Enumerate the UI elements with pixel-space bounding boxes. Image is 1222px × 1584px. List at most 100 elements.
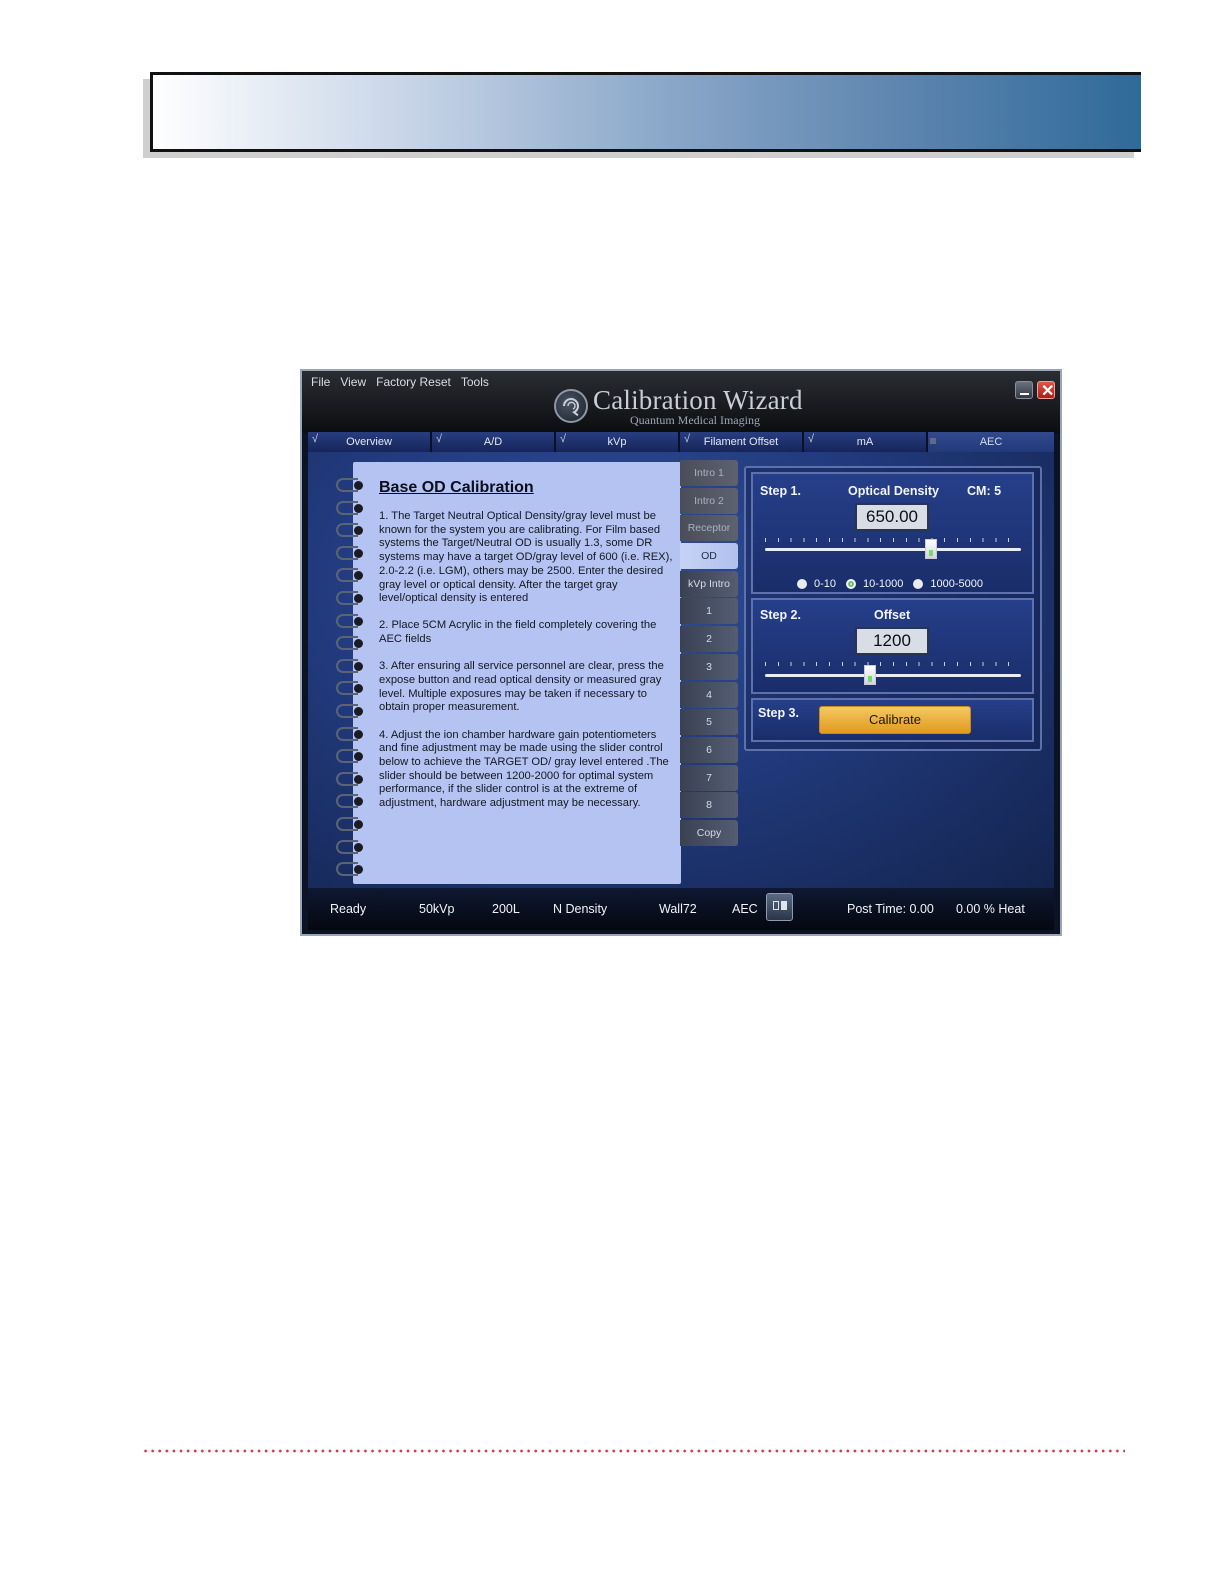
status-bar: Ready 50kVp 200L N Density Wall72 AEC Po… (308, 888, 1054, 930)
app-subtitle: Quantum Medical Imaging (630, 413, 760, 427)
check-icon: √ (808, 433, 815, 445)
subtab-copy[interactable]: Copy (680, 819, 738, 846)
spiral-ring (336, 726, 364, 741)
spiral-ring (336, 862, 364, 877)
status-density: N Density (553, 902, 608, 916)
subtab-7[interactable]: 7 (680, 764, 738, 791)
subtab-5[interactable]: 5 (680, 709, 738, 736)
instruction-step-2: 2. Place 5CM Acrylic in the field comple… (379, 619, 657, 646)
tab-label: mA (856, 436, 874, 448)
sub-step-tabs: Intro 1 Intro 2 Receptor OD kVp Intro 1 … (680, 460, 738, 848)
subtab-kvp-intro[interactable]: kVp Intro (680, 570, 738, 597)
cm-label: CM: 5 (967, 484, 1002, 498)
range-selector: 0-10 10-1000 1000-5000 (797, 578, 993, 590)
menu-view[interactable]: View (340, 375, 366, 389)
subtab-2[interactable]: 2 (680, 626, 738, 653)
tab-filament-offset[interactable]: √ Filament Offset (680, 432, 804, 452)
aec-chamber-icon[interactable] (766, 893, 793, 921)
spiral-ring (336, 658, 364, 673)
spiral-ring (336, 613, 364, 628)
step3-label: Step 3. (758, 706, 799, 720)
spiral-ring (336, 704, 364, 718)
subtab-od[interactable]: OD (680, 543, 738, 570)
notebook-instructions: 1. The Target Neutral Optical Density/gr… (379, 510, 676, 824)
tab-indicator-icon (930, 438, 936, 444)
range-radio-0-10[interactable] (797, 579, 807, 589)
od-slider-track[interactable] (765, 548, 1021, 551)
spiral-ring (336, 771, 364, 786)
notebook-title: Base OD Calibration (379, 479, 534, 496)
tab-label: Filament Offset (703, 436, 779, 448)
spiral-ring (336, 523, 364, 538)
subtab-1[interactable]: 1 (680, 598, 738, 625)
app-title: Calibration Wizard (593, 385, 803, 415)
tab-label: AEC (979, 436, 1003, 448)
status-kvp: 50kVp (419, 902, 455, 916)
range-label: 1000-5000 (930, 578, 984, 590)
qmi-logo-icon (554, 389, 588, 423)
tab-overview[interactable]: √ Overview (308, 432, 432, 452)
status-ma: 200L (492, 902, 520, 916)
spiral-ring (336, 681, 364, 696)
title-bar: File View Factory Reset Tools Calibratio… (302, 371, 1060, 433)
subtab-8[interactable]: 8 (680, 792, 738, 819)
calibrate-button[interactable]: Calibrate (819, 706, 971, 734)
tab-ma[interactable]: √ mA (804, 432, 928, 452)
step2-panel: Step 2. Offset 1200 (751, 598, 1034, 694)
spiral-ring (336, 500, 364, 515)
subtab-3[interactable]: 3 (680, 653, 738, 680)
subtab-intro-2[interactable]: Intro 2 (680, 487, 738, 514)
spiral-ring (336, 591, 364, 605)
notebook-spiral-binding (336, 478, 376, 888)
status-mode: AEC (732, 902, 758, 916)
close-button[interactable]: ✕ (1037, 381, 1055, 400)
instruction-step-1: 1. The Target Neutral Optical Density/gr… (379, 510, 673, 605)
instruction-step-3: 3. After ensuring all service personnel … (379, 660, 664, 714)
tab-kvp[interactable]: √ kVp (556, 432, 680, 452)
od-slider-thumb[interactable] (925, 539, 938, 559)
spiral-ring (336, 478, 364, 492)
header-banner (150, 72, 1141, 152)
step1-label: Step 1. (760, 484, 801, 498)
od-slider-ticks (765, 538, 1021, 542)
tab-label: A/D (483, 436, 503, 448)
calibration-wizard-window: File View Factory Reset Tools Calibratio… (300, 369, 1062, 936)
optical-density-label: Optical Density (848, 484, 939, 498)
offset-slider-thumb[interactable] (863, 665, 876, 685)
tab-aec[interactable]: AEC (928, 432, 1054, 452)
menu-tools[interactable]: Tools (461, 375, 489, 389)
spiral-ring (336, 568, 364, 583)
range-radio-1000-5000[interactable] (913, 579, 924, 589)
subtab-6[interactable]: 6 (680, 736, 738, 763)
status-heat: 0.00 % Heat (956, 902, 1025, 916)
minimize-button[interactable] (1015, 381, 1033, 399)
menu-file[interactable]: File (311, 375, 330, 389)
menu-bar: File View Factory Reset Tools (311, 375, 489, 389)
spiral-ring (336, 749, 364, 764)
tab-ad[interactable]: √ A/D (432, 432, 556, 452)
offset-input[interactable]: 1200 (855, 627, 929, 655)
tab-label: kVp (607, 436, 627, 448)
subtab-intro-1[interactable]: Intro 1 (680, 460, 738, 486)
subtab-receptor[interactable]: Receptor (680, 515, 738, 542)
footer-dotted-rule (142, 1448, 1125, 1454)
instruction-step-4: 4. Adjust the ion chamber hardware gain … (379, 728, 669, 810)
tab-label: Overview (346, 436, 392, 448)
close-icon: ✕ (1041, 383, 1055, 400)
step1-panel: Step 1. Optical Density CM: 5 650.00 0-1… (751, 472, 1034, 594)
subtab-4[interactable]: 4 (680, 681, 738, 708)
optical-density-input[interactable]: 650.00 (855, 503, 929, 531)
check-icon: √ (436, 433, 443, 445)
status-post-time: Post Time: 0.00 (847, 902, 934, 916)
status-receptor: Wall72 (659, 902, 697, 916)
offset-slider-track[interactable] (765, 674, 1021, 677)
check-icon: √ (684, 433, 691, 445)
spiral-ring (336, 817, 364, 831)
menu-factory-reset[interactable]: Factory Reset (376, 375, 451, 389)
spiral-ring (336, 794, 364, 809)
calibration-steps-panel: Step 1. Optical Density CM: 5 650.00 0-1… (744, 466, 1042, 751)
check-icon: √ (312, 433, 319, 445)
range-label: 10-1000 (863, 578, 904, 590)
range-radio-10-1000[interactable] (846, 579, 857, 589)
step2-label: Step 2. (760, 608, 801, 622)
